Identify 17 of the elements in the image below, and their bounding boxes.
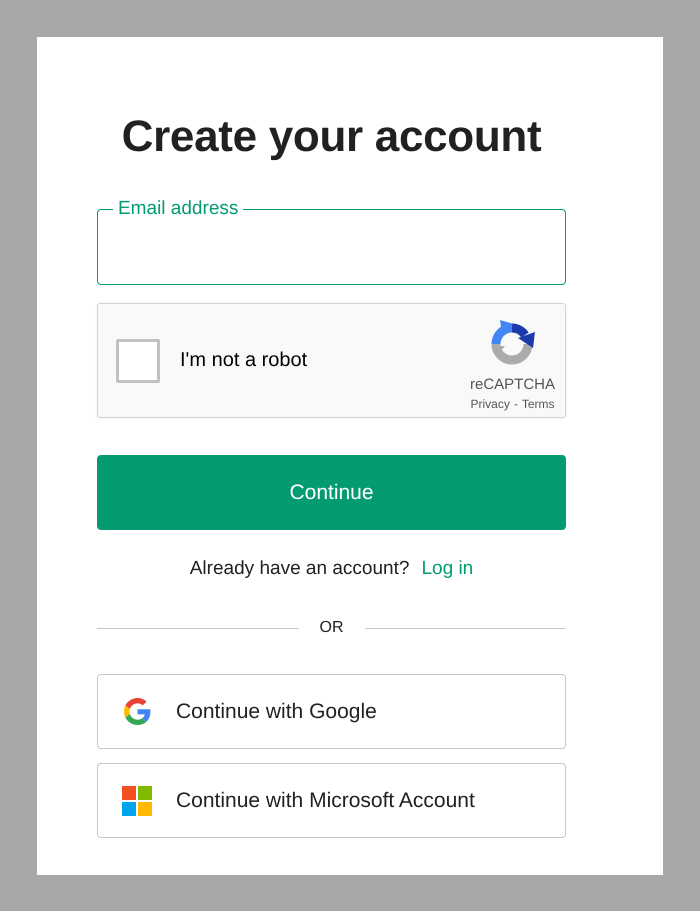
or-label: OR xyxy=(320,618,344,638)
privacy-link[interactable]: Privacy xyxy=(470,397,510,411)
page-title: Create your account xyxy=(120,111,542,163)
captcha-brand: reCAPTCHA xyxy=(470,376,555,394)
terms-link[interactable]: Terms xyxy=(522,397,554,411)
captcha-checkbox[interactable] xyxy=(116,338,160,382)
microsoft-logo-icon xyxy=(122,786,152,816)
field-label: Email address xyxy=(117,198,240,220)
login-prompt: Already have an account? xyxy=(190,558,410,580)
email-field[interactable]: Email address xyxy=(97,198,566,285)
link-separator: - xyxy=(514,397,518,411)
captcha-label: I'm not a robot xyxy=(180,349,308,372)
google-logo-icon xyxy=(124,698,150,725)
microsoft-button[interactable]: Continue with Microsoft Account xyxy=(97,763,566,838)
login-link[interactable]: Log in xyxy=(421,558,474,580)
google-button[interactable]: Continue with Google xyxy=(97,674,566,749)
continue-button[interactable]: Continue xyxy=(97,455,566,530)
